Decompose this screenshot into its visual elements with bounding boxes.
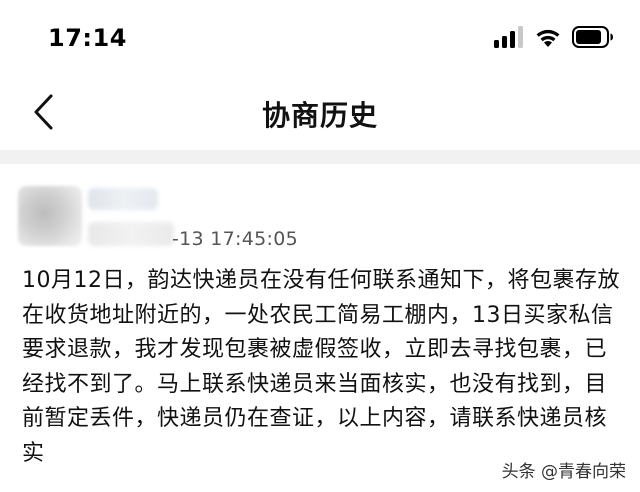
wifi-icon bbox=[534, 26, 562, 52]
battery-icon bbox=[572, 26, 614, 52]
page-title: 协商历史 bbox=[261, 99, 378, 132]
status-time: 17:14 bbox=[48, 24, 127, 52]
negotiation-record: -13 17:45:05 10月12日，韵达快递员在没有任何联系通知下，将包裹存… bbox=[0, 164, 640, 492]
cellular-signal-icon bbox=[494, 26, 524, 52]
redacted-date bbox=[88, 222, 174, 246]
avatar bbox=[18, 186, 82, 246]
nav-bar: 协商历史 bbox=[0, 80, 640, 150]
status-icons bbox=[494, 24, 614, 54]
redacted-username bbox=[88, 188, 158, 210]
record-content: 10月12日，韵达快递员在没有任何联系通知下，将包裹存放在收货地址附近的，一处农… bbox=[22, 268, 620, 466]
section-divider bbox=[0, 150, 640, 164]
record-timestamp: -13 17:45:05 bbox=[172, 228, 299, 250]
watermark: 头条 @青春向荣 bbox=[501, 462, 626, 482]
status-bar: 17:14 bbox=[0, 0, 640, 80]
